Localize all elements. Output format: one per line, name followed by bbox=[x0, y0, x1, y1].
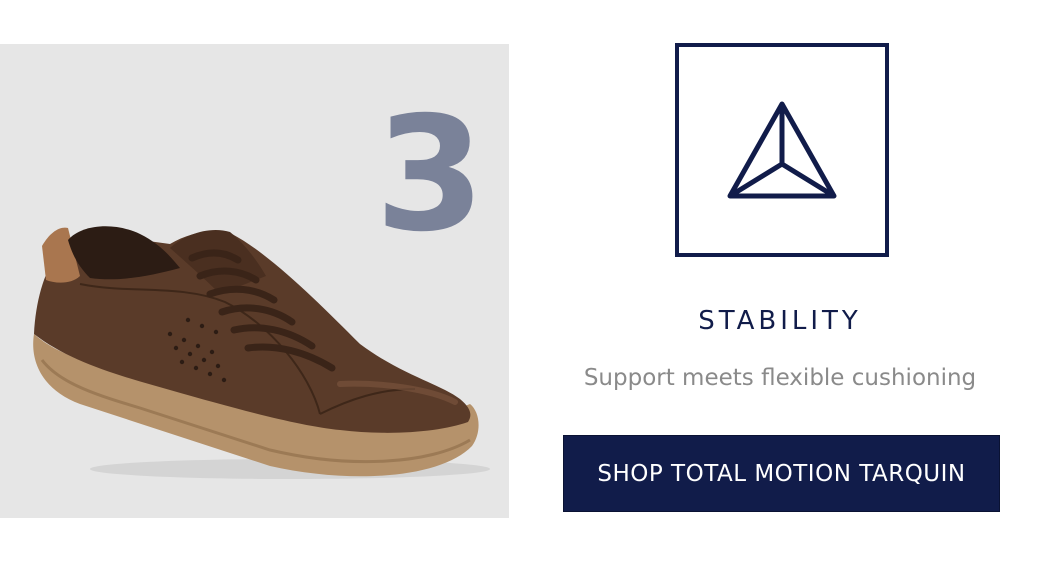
feature-title: STABILITY bbox=[698, 306, 862, 336]
shop-now-button[interactable]: SHOP TOTAL MOTION TARQUIN bbox=[563, 435, 1000, 512]
stability-icon-box bbox=[675, 43, 889, 257]
triangle-stability-icon bbox=[727, 101, 837, 199]
product-image-panel[interactable]: 3 bbox=[0, 44, 509, 518]
shoe-image bbox=[33, 226, 490, 479]
feature-description: Support meets flexible cushioning bbox=[583, 365, 977, 391]
promo-page: 3 STABILITY Support meets flexible cushi… bbox=[0, 0, 1053, 562]
